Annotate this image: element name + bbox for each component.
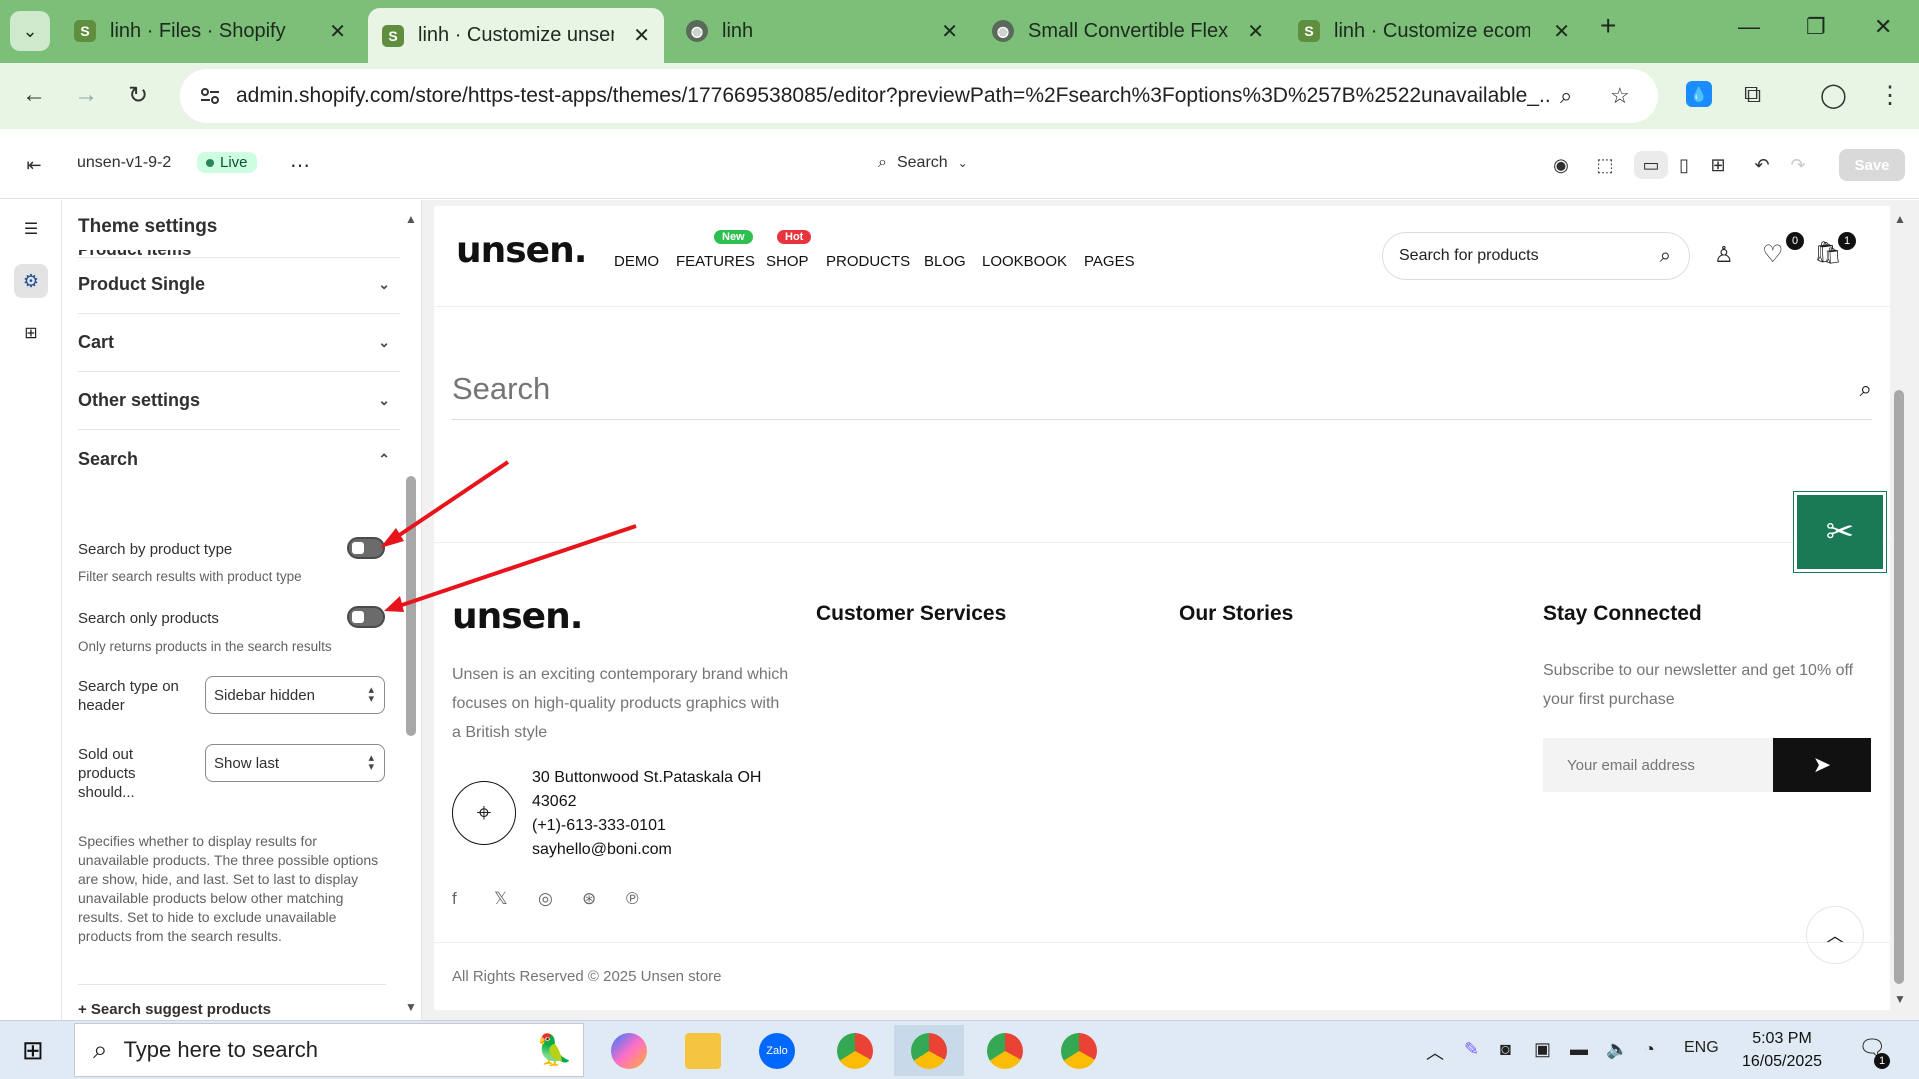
windows-start-icon[interactable]: ⊞	[22, 1035, 44, 1066]
search-highlight-icon: 🦜	[535, 1033, 573, 1067]
camera-icon[interactable]: ◙	[1500, 1039, 1511, 1060]
annotation-arrow	[384, 524, 637, 612]
chrome-profile-l-icon[interactable]	[970, 1025, 1040, 1076]
pen-icon[interactable]: ✎	[1464, 1039, 1479, 1060]
chrome-active-icon[interactable]	[894, 1025, 964, 1076]
language-indicator[interactable]: ENG	[1684, 1039, 1719, 1057]
chrome-profile-icon[interactable]	[820, 1025, 890, 1076]
zalo-icon[interactable]: Zalo	[742, 1025, 812, 1076]
windows-taskbar: ⊞ ⌕ Type here to search 🦜 Zalo ︿ ✎ ◙ ▣ ▬…	[0, 1020, 1919, 1079]
screen-icon[interactable]: ▣	[1534, 1039, 1551, 1060]
annotation-arrow	[380, 460, 510, 548]
taskbar-search-input[interactable]: ⌕ Type here to search 🦜	[74, 1023, 584, 1077]
copilot-icon[interactable]	[594, 1025, 664, 1076]
volume-icon[interactable]: 🔈	[1606, 1039, 1628, 1060]
battery-icon[interactable]: ▬	[1570, 1039, 1588, 1060]
search-icon: ⌕	[93, 1034, 108, 1064]
tray-expand-icon[interactable]: ︿	[1426, 1039, 1444, 1065]
wifi-icon[interactable]: ◔	[1644, 1039, 1655, 1060]
clock-date: 16/05/2025	[1741, 1053, 1823, 1070]
annotation-arrows	[380, 460, 637, 612]
clock[interactable]: 5:03 PM 16/05/2025	[1736, 1027, 1828, 1073]
taskbar-search-placeholder: Type here to search	[123, 1037, 319, 1062]
file-explorer-icon[interactable]	[668, 1025, 738, 1076]
notification-count: 1	[1874, 1053, 1890, 1069]
clock-time: 5:03 PM	[1752, 1030, 1812, 1047]
chrome-profile-h-icon[interactable]	[1044, 1025, 1114, 1076]
